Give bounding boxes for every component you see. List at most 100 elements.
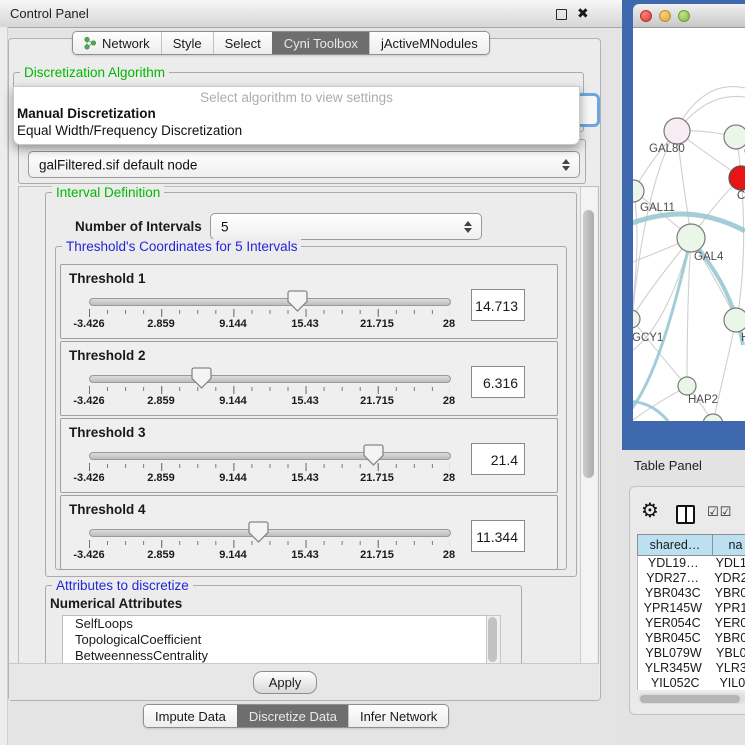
- tick-label: 9.144: [219, 472, 247, 484]
- tab-impute-data[interactable]: Impute Data: [144, 705, 237, 727]
- tick-label: 21.715: [360, 549, 394, 561]
- threshold-slider-track[interactable]: [89, 375, 451, 383]
- threshold-slider-track[interactable]: [89, 452, 451, 460]
- network-node[interactable]: [703, 414, 723, 421]
- numerical-attributes-list[interactable]: SelfLoopsTopologicalCoefficientBetweenne…: [62, 615, 487, 666]
- tab-network[interactable]: Network: [73, 32, 161, 54]
- network-node-gcy1[interactable]: [633, 310, 640, 328]
- table-row[interactable]: YDL19…YDL1: [638, 556, 745, 571]
- table-cell: YBL079W: [638, 646, 709, 661]
- tab-discretize-data[interactable]: Discretize Data: [237, 705, 348, 727]
- table-cell: YDL1: [709, 556, 745, 571]
- table-row[interactable]: YBR043CYBR0: [638, 586, 745, 601]
- table-row[interactable]: YLR345WYLR3: [638, 661, 745, 676]
- tick-label: 21.715: [360, 318, 394, 330]
- threshold-label: Threshold 3: [69, 425, 146, 440]
- attribute-item-betweennesscentrality[interactable]: BetweennessCentrality: [63, 648, 486, 664]
- network-node-hap2[interactable]: [678, 377, 696, 395]
- table-cell: YPR1: [708, 601, 745, 616]
- settings-gear-icon[interactable]: ⚙: [641, 500, 659, 522]
- tick-label: 2.859: [147, 318, 175, 330]
- tab-cyni-toolbox[interactable]: Cyni Toolbox: [272, 32, 369, 54]
- table-cell: YDR27…: [638, 571, 707, 586]
- close-icon[interactable]: ✖: [577, 5, 589, 22]
- tick-label: 21.715: [360, 472, 394, 484]
- network-node-gal11[interactable]: [633, 180, 644, 202]
- tab-jactivemnodules[interactable]: jActiveMNodules: [369, 32, 489, 54]
- tick-label: 28: [443, 549, 455, 561]
- table-horizontal-scrollbar[interactable]: [638, 693, 745, 704]
- table-header-row: shared…na: [637, 534, 745, 556]
- threshold-slider-track[interactable]: [89, 529, 451, 537]
- number-of-intervals-value: 5: [221, 219, 229, 234]
- tick-label: 21.715: [360, 395, 394, 407]
- network-node-g[interactable]: [724, 125, 745, 149]
- algorithm-group-title: Discretization Algorithm: [20, 65, 169, 80]
- attribute-item-selfloops[interactable]: SelfLoops: [63, 616, 486, 632]
- tab-select[interactable]: Select: [213, 32, 272, 54]
- table-row[interactable]: YBL079WYBL0: [638, 646, 745, 661]
- table-row[interactable]: YER054CYER0: [638, 616, 745, 631]
- split-columns-icon[interactable]: [676, 505, 695, 524]
- tab-label: Cyni Toolbox: [284, 36, 358, 51]
- algorithm-option-equal-width-frequency-discretization[interactable]: Equal Width/Frequency Discretization: [17, 123, 242, 138]
- network-node-label: C: [737, 190, 745, 202]
- network-thick-edge[interactable]: [633, 402, 668, 421]
- threshold-value-field[interactable]: 21.4: [471, 443, 525, 475]
- tab-style[interactable]: Style: [161, 32, 213, 54]
- attribute-item-topologicalcoefficient[interactable]: TopologicalCoefficient: [63, 632, 486, 648]
- tick-label: 9.144: [219, 395, 247, 407]
- threshold-value-field[interactable]: 11.344: [471, 520, 525, 552]
- threshold-slider-track[interactable]: [89, 298, 451, 306]
- tick-label: 28: [443, 395, 455, 407]
- apply-button[interactable]: Apply: [253, 671, 317, 694]
- network-node-label: HAP2: [688, 394, 718, 406]
- window-zoom-light-icon[interactable]: [678, 10, 690, 22]
- algorithm-option-manual-discretization[interactable]: Manual Discretization: [17, 106, 156, 121]
- table-row[interactable]: YDR27…YDR2: [638, 571, 745, 586]
- column-header-na[interactable]: na: [713, 534, 745, 556]
- table-row[interactable]: YPR145WYPR1: [638, 601, 745, 616]
- algorithm-dropdown-popup: Select algorithm to view settings Manual…: [13, 86, 580, 145]
- network-node-c[interactable]: [729, 166, 745, 190]
- combo-arrows-icon: [464, 221, 472, 233]
- table-row[interactable]: YBR045CYBR0: [638, 631, 745, 646]
- table-data-combobox[interactable]: galFiltered.sif default node: [28, 151, 580, 178]
- window-minimize-light-icon[interactable]: [659, 10, 671, 22]
- network-node-label: H: [741, 332, 745, 344]
- tick-label: -3.426: [73, 549, 104, 561]
- network-node-gal4[interactable]: [677, 224, 705, 252]
- threshold-label: Threshold 4: [69, 502, 146, 517]
- table-horizontal-scrollbar-thumb[interactable]: [640, 695, 740, 703]
- table-cell: YBR0: [708, 631, 745, 646]
- network-node-h[interactable]: [724, 308, 745, 332]
- attributes-list-scrollbar[interactable]: [486, 615, 501, 666]
- vertical-scrollbar[interactable]: [580, 187, 597, 663]
- network-window-titlebar: [633, 4, 745, 28]
- threshold-value-field[interactable]: 6.316: [471, 366, 525, 398]
- table-row[interactable]: YIL052CYIL0: [638, 676, 745, 690]
- float-window-icon[interactable]: [556, 9, 567, 20]
- tick-label: 2.859: [147, 395, 175, 407]
- threshold-value-field[interactable]: 14.713: [471, 289, 525, 321]
- checkbox-icons[interactable]: ☑☑: [707, 504, 732, 520]
- slider-minor-ticks: [89, 541, 450, 545]
- slider-tick-labels: -3.4262.8599.14415.4321.71528: [89, 472, 449, 485]
- attributes-list-scrollbar-thumb[interactable]: [488, 617, 497, 662]
- tab-label: Style: [173, 36, 202, 51]
- window-close-light-icon[interactable]: [640, 10, 652, 22]
- number-of-intervals-combobox[interactable]: 5: [210, 213, 482, 240]
- network-node-label: GAL11: [640, 202, 675, 214]
- threshold-row: Threshold 3 -3.4262.8599.14415.4321.7152…: [60, 418, 558, 493]
- network-node-label: GAL80: [649, 143, 685, 155]
- table-rows: YDL19…YDL1YDR27…YDR2YBR043CYBR0YPR145WYP…: [637, 556, 745, 690]
- network-node-gal80[interactable]: [664, 118, 690, 144]
- control-panel-title: Control Panel: [10, 6, 89, 21]
- tab-infer-network[interactable]: Infer Network: [348, 705, 448, 727]
- tick-label: 2.859: [147, 472, 175, 484]
- network-edge[interactable]: [687, 238, 691, 385]
- column-header-shared[interactable]: shared…: [637, 534, 713, 556]
- slider-minor-ticks: [89, 387, 450, 391]
- vertical-scrollbar-thumb[interactable]: [583, 210, 594, 478]
- network-canvas[interactable]: GAL80GCGAL11GAL4GCY1HHAP2: [633, 28, 745, 421]
